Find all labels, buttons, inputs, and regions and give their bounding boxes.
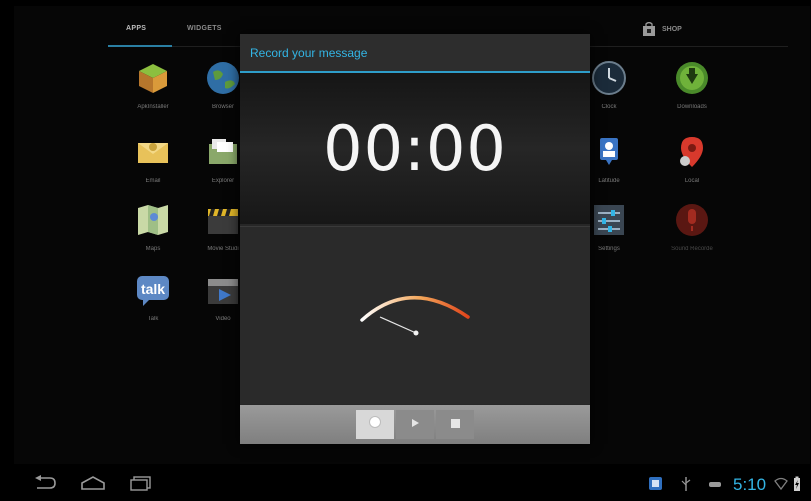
timer-panel: 00:00: [240, 73, 590, 224]
tab-apps[interactable]: APPS: [126, 25, 146, 32]
app-email[interactable]: Email: [113, 134, 193, 184]
home-button[interactable]: [78, 474, 108, 496]
recent-apps-button[interactable]: [126, 474, 156, 496]
svg-text:talk: talk: [141, 281, 165, 297]
stop-icon: [450, 416, 461, 434]
shop-label: SHOP: [662, 25, 682, 33]
app-label: ApkInstaller: [137, 104, 169, 110]
tab-widgets[interactable]: WIDGETS: [187, 25, 222, 32]
app-label: Talk: [147, 316, 159, 322]
app-downloads[interactable]: Downloads: [652, 60, 732, 110]
record-dialog: Record your message 00:00: [240, 34, 590, 444]
map-icon: [135, 202, 171, 238]
dialog-title: Record your message: [250, 45, 368, 60]
folder-icon: [205, 134, 241, 170]
vu-meter: [360, 296, 470, 336]
app-label: Sound Recorde: [671, 246, 713, 252]
ethernet-icon: [707, 476, 723, 497]
envelope-icon: [135, 134, 171, 170]
video-icon: [205, 272, 241, 308]
usb-icon: [680, 476, 692, 497]
download-icon: [674, 60, 710, 96]
app-label: Local: [684, 178, 700, 184]
shop-button[interactable]: SHOP: [642, 20, 682, 38]
clock-icon: [591, 60, 627, 96]
home-icon: [80, 475, 106, 496]
back-icon: [33, 474, 57, 496]
playback-controls: [240, 405, 590, 444]
back-button[interactable]: [30, 474, 60, 496]
meter-scale-arc: [360, 296, 470, 322]
latitude-icon: [591, 134, 627, 170]
app-label: Email: [145, 178, 161, 184]
app-apkinstaller[interactable]: ApkInstaller: [113, 60, 193, 110]
recent-apps-icon: [129, 475, 153, 496]
globe-icon: [205, 60, 241, 96]
settings-sliders-icon: [591, 202, 627, 238]
dialog-header: Record your message: [240, 34, 590, 73]
meter-pivot: [413, 330, 419, 336]
battery-icon: [792, 476, 802, 497]
record-button[interactable]: [356, 410, 394, 439]
meter-needle: [379, 316, 417, 334]
app-local[interactable]: Local: [652, 134, 732, 184]
play-button[interactable]: [396, 410, 434, 439]
app-label: Downloads: [677, 104, 707, 110]
package-icon: [135, 60, 171, 96]
level-meter-panel: [240, 226, 590, 404]
app-maps[interactable]: Maps: [113, 202, 193, 252]
notification-app-icon[interactable]: [648, 476, 664, 497]
play-icon: [409, 416, 421, 434]
clapperboard-icon: [205, 202, 241, 238]
app-sound-recorder[interactable]: Sound Recorde: [652, 202, 732, 252]
stop-button[interactable]: [436, 410, 474, 439]
tab-indicator: [108, 45, 172, 47]
clock-time: 5:10: [733, 475, 767, 494]
wifi-icon: [774, 476, 788, 497]
talk-icon: talk: [135, 272, 171, 308]
app-label: Maps: [145, 246, 161, 252]
app-talk[interactable]: talk Talk: [113, 272, 193, 322]
elapsed-timer: 00:00: [323, 112, 507, 185]
shopping-bag-icon: [642, 21, 656, 36]
system-bar: 5:10: [0, 468, 811, 501]
microphone-icon: [674, 202, 710, 238]
record-icon: [368, 415, 382, 434]
map-pin-icon: [674, 134, 710, 170]
